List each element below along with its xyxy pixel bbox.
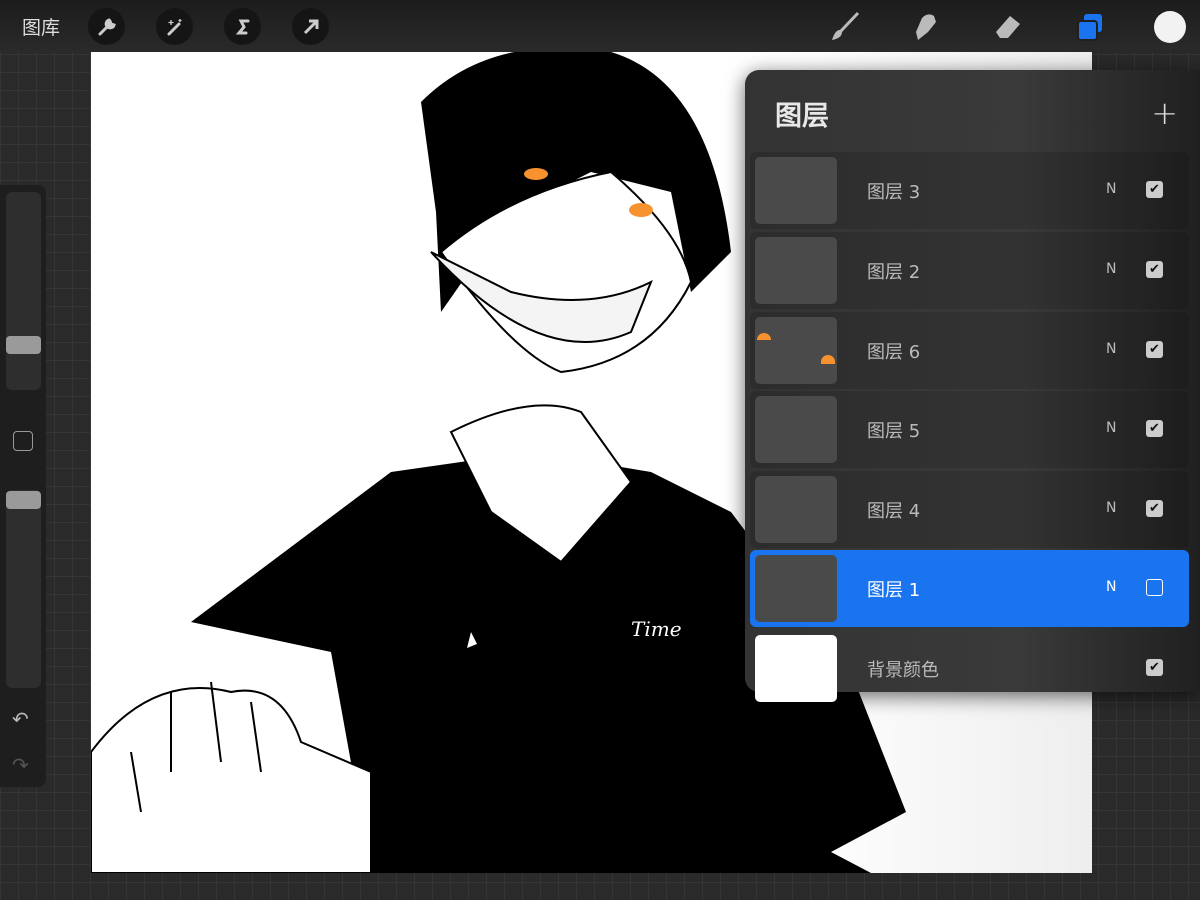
layer-name: 图层 5 [867, 421, 921, 442]
eraser-icon[interactable] [988, 8, 1026, 46]
opacity-slider[interactable] [6, 490, 41, 688]
layer-row[interactable]: 图层 4 N ✔ [750, 471, 1189, 548]
layer-visibility-checkbox[interactable]: ✔ [1146, 659, 1163, 676]
layer-thumbnail[interactable] [755, 555, 837, 622]
color-icon[interactable] [1151, 8, 1189, 46]
layer-visibility-checkbox[interactable]: ✔ [1146, 420, 1163, 437]
left-sidebar: ↶ ↷ [0, 185, 46, 787]
magic-wand-icon[interactable] [156, 8, 193, 45]
gallery-button[interactable]: 图库 [22, 13, 60, 40]
layer-visibility-checkbox[interactable] [1146, 579, 1163, 596]
layers-panel-title: 图层 [775, 101, 829, 132]
layer-thumbnail[interactable] [755, 635, 837, 702]
layer-thumbnail[interactable] [755, 317, 837, 384]
layer-thumbnail[interactable] [755, 157, 837, 224]
shirt-signature: Time [631, 617, 682, 641]
layer-thumbnail[interactable] [755, 396, 837, 463]
blend-mode-button[interactable]: N [1106, 500, 1116, 516]
layers-panel: 图层 + 图层 3 N ✔ 图层 2 N ✔ 图层 6 N ✔ 图层 5 N ✔… [745, 70, 1200, 702]
layer-thumbnail[interactable] [755, 476, 837, 543]
undo-icon[interactable]: ↶ [12, 707, 29, 731]
selection-icon[interactable] [224, 8, 261, 45]
layer-row[interactable]: 图层 5 N ✔ [750, 391, 1189, 468]
opacity-handle[interactable] [6, 491, 41, 509]
layers-icon[interactable] [1071, 8, 1109, 46]
transform-arrow-icon[interactable] [292, 8, 329, 45]
blend-mode-button[interactable]: N [1106, 181, 1116, 197]
layer-row[interactable]: 图层 2 N ✔ [750, 232, 1189, 309]
blend-mode-button[interactable]: N [1106, 420, 1116, 436]
layer-name: 图层 2 [867, 262, 921, 283]
layer-visibility-checkbox[interactable]: ✔ [1146, 500, 1163, 517]
layer-row[interactable]: 背景颜色 ✔ [750, 630, 1189, 707]
brush-icon[interactable] [826, 8, 864, 46]
blend-mode-button[interactable]: N [1106, 579, 1116, 595]
brush-size-handle[interactable] [6, 336, 41, 354]
wrench-icon[interactable] [88, 8, 125, 45]
layer-name: 图层 3 [867, 182, 921, 203]
layer-name: 图层 4 [867, 501, 921, 522]
blend-mode-button[interactable]: N [1106, 341, 1116, 357]
smudge-icon[interactable] [906, 8, 944, 46]
top-toolbar: 图库 [0, 0, 1200, 52]
redo-icon[interactable]: ↷ [12, 753, 29, 777]
modify-button[interactable] [13, 431, 33, 451]
layer-name: 图层 1 [867, 580, 921, 601]
layer-row[interactable]: 图层 3 N ✔ [750, 152, 1189, 229]
layer-visibility-checkbox[interactable]: ✔ [1146, 181, 1163, 198]
blend-mode-button[interactable]: N [1106, 261, 1116, 277]
layer-name: 背景颜色 [867, 660, 939, 681]
layer-visibility-checkbox[interactable]: ✔ [1146, 261, 1163, 278]
add-layer-button[interactable]: + [1151, 94, 1178, 132]
layer-visibility-checkbox[interactable]: ✔ [1146, 341, 1163, 358]
layer-row[interactable]: 图层 1 N [750, 550, 1189, 627]
layer-thumbnail[interactable] [755, 237, 837, 304]
brush-size-slider[interactable] [6, 192, 41, 390]
layer-name: 图层 6 [867, 342, 921, 363]
layer-row[interactable]: 图层 6 N ✔ [750, 312, 1189, 389]
